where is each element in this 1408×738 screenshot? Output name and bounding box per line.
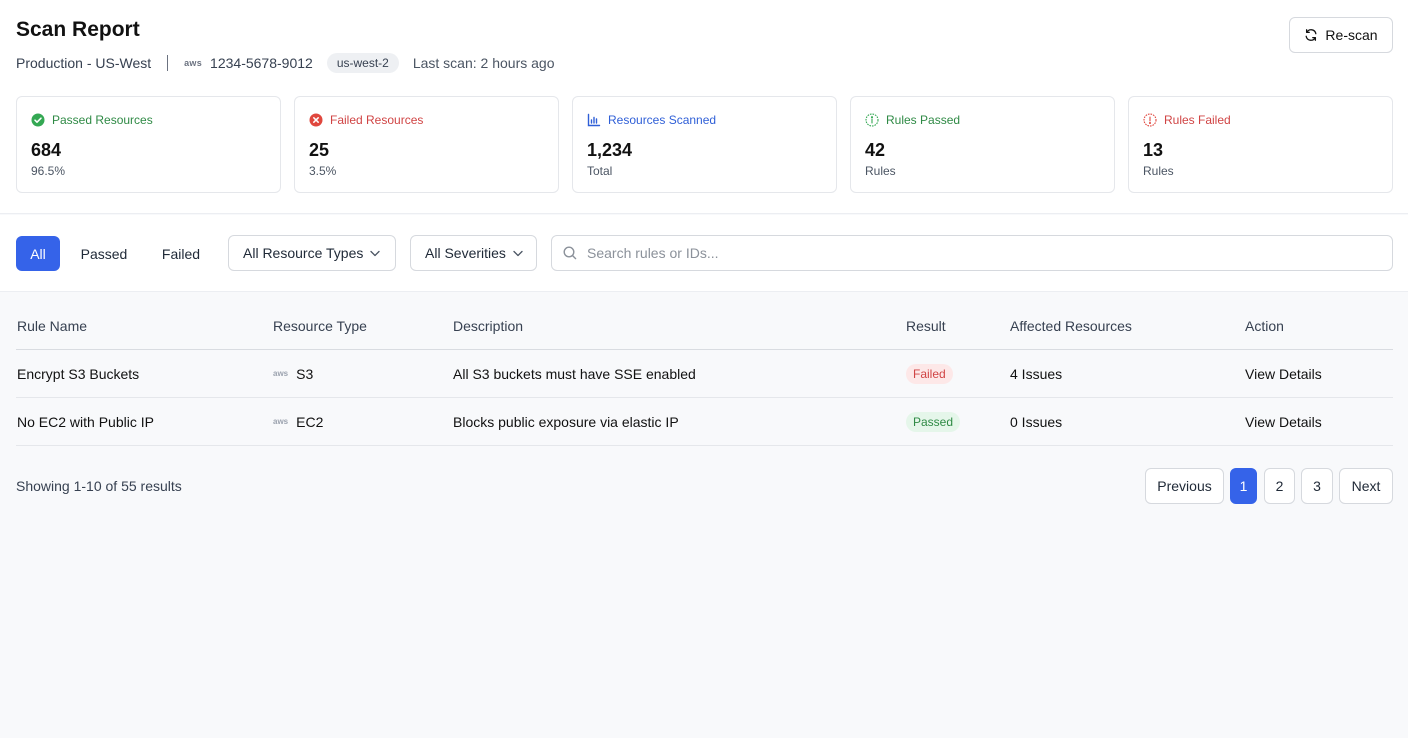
table-row: No EC2 with Public IP aws EC2 Blocks pub… [16, 398, 1393, 446]
rule-description: All S3 buckets must have SSE enabled [453, 365, 696, 382]
search-icon [563, 246, 577, 260]
column-header: Rule Name [17, 317, 88, 334]
table-header: Rule Name Resource Type Description Resu… [16, 302, 1393, 350]
table-row: Encrypt S3 Buckets aws S3 All S3 buckets… [16, 350, 1393, 398]
stat-value: 42 [865, 140, 886, 160]
resource-type: aws EC2 [273, 398, 323, 445]
stat-label: Rules Passed [886, 113, 961, 127]
resource-type-select[interactable]: All Resource Types [228, 235, 396, 271]
rule-description: Blocks public exposure via elastic IP [453, 413, 679, 430]
view-details-link[interactable]: View Details [1245, 350, 1322, 397]
affected-resources: 0 Issues [1010, 413, 1063, 430]
rescan-label: Re-scan [1325, 27, 1378, 43]
rule-name: Encrypt S3 Buckets [17, 365, 140, 382]
scan-meta: Production - US-West aws 1234-5678-9012 … [16, 52, 554, 74]
stat-subtext: 96.5% [31, 164, 66, 178]
column-header: Resource Type [273, 317, 367, 334]
tab-failed[interactable]: Failed [150, 236, 212, 271]
last-scan-time: Last scan: 2 hours ago [412, 55, 555, 71]
results-summary: Showing 1-10 of 55 results [16, 478, 182, 494]
x-circle-icon [309, 113, 323, 127]
alert-circle-icon [1143, 113, 1157, 127]
environment-name: Production - US-West [16, 55, 152, 71]
stat-label: Passed Resources [52, 113, 153, 127]
severity-select[interactable]: All Severities [410, 235, 537, 271]
stat-subtext: 3.5% [309, 164, 337, 178]
column-header: Description [453, 317, 524, 334]
meta-divider [167, 55, 169, 71]
affected-resources: 4 Issues [1010, 365, 1063, 382]
aws-logo-icon: aws [273, 369, 289, 378]
account-id: 1234-5678-9012 [210, 55, 313, 71]
next-page-button[interactable]: Next [1339, 468, 1393, 504]
stat-card-resources-scanned: Resources Scanned 1,234 Total [572, 96, 837, 193]
chevron-down-icon [513, 250, 523, 257]
status-badge: Passed [906, 411, 961, 432]
stat-value: 1,234 [587, 140, 633, 160]
rescan-button[interactable]: Re-scan [1289, 17, 1393, 53]
tab-all[interactable]: All [16, 236, 60, 271]
stat-label: Rules Failed [1164, 113, 1231, 127]
result-cell: Failed [906, 350, 953, 397]
filter-bar: All Passed Failed All Resource Types All… [0, 215, 1408, 292]
page-button-1[interactable]: 1 [1230, 468, 1257, 504]
stat-value: 13 [1143, 140, 1164, 160]
rules-table: Rule Name Resource Type Description Resu… [16, 302, 1393, 446]
resource-type-label: EC2 [296, 413, 324, 430]
stat-subtext: Total [587, 164, 613, 178]
info-circle-icon [865, 113, 879, 127]
column-header: Action [1245, 317, 1284, 334]
resource-type-value: All Resource Types [243, 245, 364, 261]
column-header: Result [906, 317, 946, 334]
tab-passed[interactable]: Passed [70, 236, 138, 271]
previous-page-button[interactable]: Previous [1145, 468, 1224, 504]
report-header: Scan Report Production - US-West aws 123… [0, 0, 1408, 214]
stat-value: 684 [31, 140, 62, 160]
search-box[interactable] [551, 235, 1393, 271]
stat-card-failed-resources: Failed Resources 25 3.5% [294, 96, 559, 193]
resource-type: aws S3 [273, 350, 313, 397]
stat-value: 25 [309, 140, 330, 160]
result-cell: Passed [906, 398, 961, 445]
chevron-down-icon [370, 250, 381, 257]
severity-value: All Severities [425, 245, 506, 261]
refresh-icon [1305, 29, 1317, 41]
aws-logo-icon: aws [184, 58, 203, 68]
stat-card-rules-passed: Rules Passed 42 Rules [850, 96, 1115, 193]
region-badge: us-west-2 [326, 53, 399, 73]
page-button-3[interactable]: 3 [1301, 468, 1333, 504]
page-title: Scan Report [16, 18, 140, 41]
page-button-2[interactable]: 2 [1264, 468, 1295, 504]
column-header: Affected Resources [1010, 317, 1132, 334]
stat-subtext: Rules [865, 164, 896, 178]
stat-label: Failed Resources [330, 113, 424, 127]
status-badge: Failed [906, 363, 953, 384]
stat-subtext: Rules [1143, 164, 1174, 178]
check-circle-icon [31, 113, 45, 127]
rule-name: No EC2 with Public IP [17, 413, 154, 430]
resource-type-label: S3 [296, 365, 314, 382]
stat-label: Resources Scanned [608, 113, 717, 127]
aws-logo-icon: aws [273, 417, 289, 426]
bar-chart-icon [587, 113, 601, 127]
search-input[interactable] [587, 245, 1367, 261]
stat-card-rules-failed: Rules Failed 13 Rules [1128, 96, 1393, 193]
view-details-link[interactable]: View Details [1245, 398, 1322, 445]
stat-card-passed-resources: Passed Resources 684 96.5% [16, 96, 281, 193]
